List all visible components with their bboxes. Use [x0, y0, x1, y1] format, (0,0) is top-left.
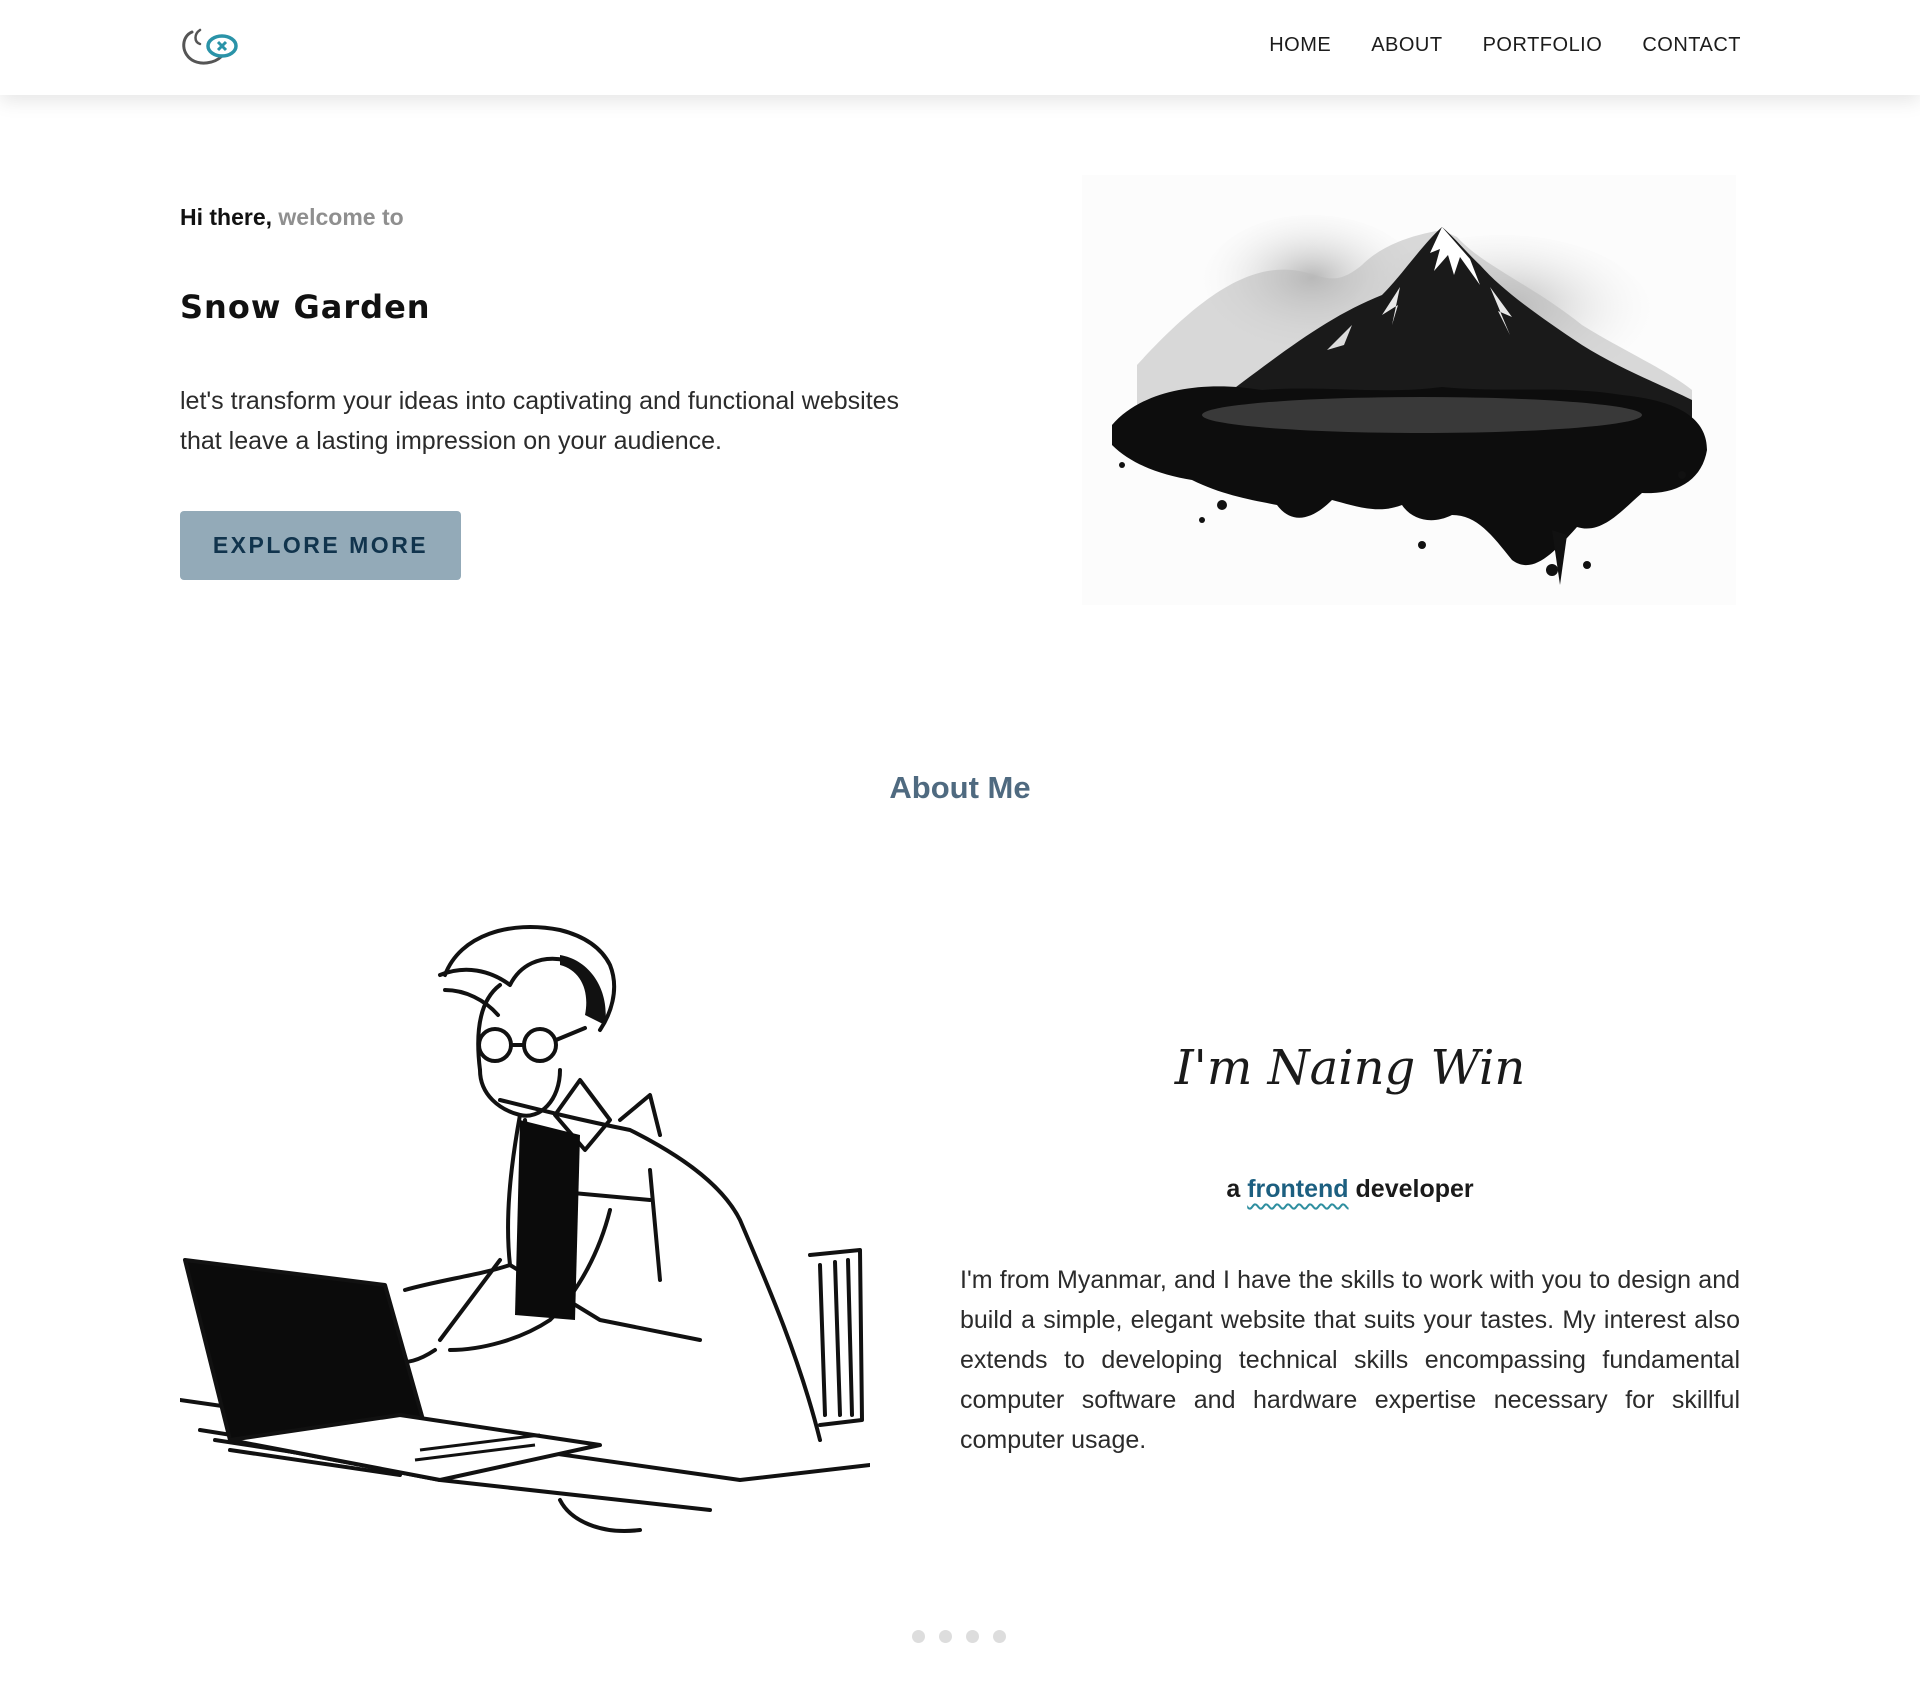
pager-dot-1[interactable]	[912, 1630, 925, 1643]
mountain-ink-illustration	[1082, 175, 1736, 605]
about-role: a frontend developer	[960, 1175, 1740, 1204]
navbar: HOME ABOUT PORTFOLIO CONTACT	[0, 0, 1920, 95]
slider-pagination	[912, 1630, 1006, 1643]
logo-icon[interactable]	[178, 26, 242, 68]
role-suffix: developer	[1355, 1175, 1474, 1203]
pager-dot-4[interactable]	[993, 1630, 1006, 1643]
about-heading: About Me	[889, 770, 1031, 805]
explore-more-button[interactable]: EXPLORE MORE	[180, 511, 461, 580]
nav-home[interactable]: HOME	[1269, 34, 1331, 57]
developer-laptop-illustration	[180, 925, 870, 1533]
role-accent: frontend	[1247, 1175, 1349, 1203]
greeting-muted: welcome to	[278, 204, 404, 230]
pager-dot-2[interactable]	[939, 1630, 952, 1643]
about-name: I'm Naing Win	[1174, 1040, 1526, 1096]
hero-greeting: Hi there, welcome to	[180, 204, 404, 231]
nav-portfolio[interactable]: PORTFOLIO	[1483, 34, 1603, 57]
about-description: I'm from Myanmar, and I have the skills …	[960, 1266, 1740, 1454]
greeting-strong: Hi there,	[180, 204, 273, 230]
pager-dot-3[interactable]	[966, 1630, 979, 1643]
nav-menu: HOME ABOUT PORTFOLIO CONTACT	[1269, 34, 1741, 57]
hero-title: Snow Garden	[180, 288, 431, 326]
nav-about[interactable]: ABOUT	[1371, 34, 1442, 57]
hero-description: let's transform your ideas into captivat…	[180, 387, 900, 455]
role-prefix: a	[1226, 1175, 1241, 1203]
nav-contact[interactable]: CONTACT	[1642, 34, 1741, 57]
